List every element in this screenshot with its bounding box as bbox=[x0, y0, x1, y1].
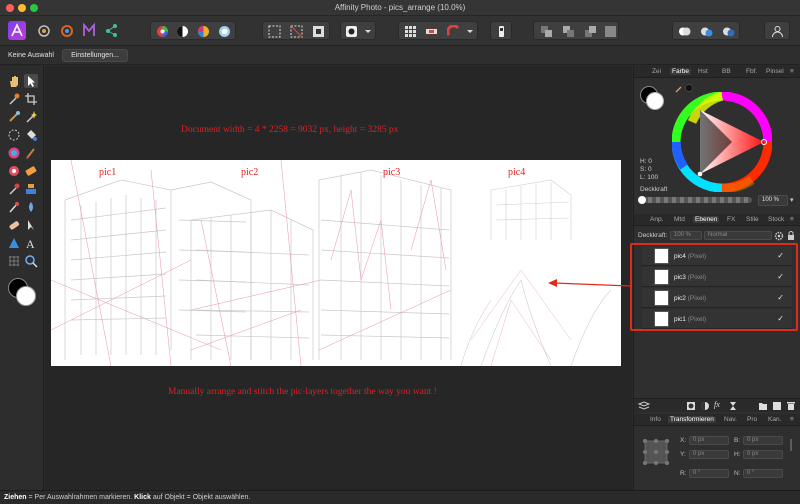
shear-label: N: bbox=[734, 470, 741, 477]
fx-icon[interactable]: fx bbox=[714, 400, 720, 409]
adjustment-layer-icon[interactable] bbox=[700, 401, 710, 411]
opacity-value-field[interactable]: 100 % bbox=[758, 195, 788, 206]
tab-swatches[interactable]: Zei bbox=[652, 68, 661, 75]
layer-opacity-label: Deckkraft: bbox=[638, 232, 668, 239]
blend-mode-select[interactable]: Normal bbox=[704, 231, 772, 240]
x-label: X: bbox=[680, 437, 687, 444]
rotation-field[interactable]: 0 ° bbox=[689, 469, 729, 478]
layer-opacity-field[interactable]: 100 % bbox=[670, 231, 702, 240]
tab-color[interactable]: Farbe bbox=[670, 68, 691, 75]
layer-lock-icon[interactable] bbox=[787, 231, 795, 241]
studio-panel: Zei Farbe Hst BB Fbf. Pinsel ≡ H: 0 S: 0… bbox=[630, 66, 800, 490]
status-bar: Ziehen = Per Auswahlrahmen markieren. Kl… bbox=[0, 490, 800, 504]
tab-bb[interactable]: BB bbox=[722, 68, 731, 75]
opacity-slider-handle[interactable] bbox=[638, 196, 646, 204]
x-position-field[interactable]: 0 px bbox=[689, 436, 729, 445]
tab-pro[interactable]: Pro bbox=[747, 416, 757, 423]
status-hint-text: Ziehen = Per Auswahlrahmen markieren. Kl… bbox=[4, 494, 251, 501]
transform-tabs: Info Transformieren Nav. Pro Kan. ≡ bbox=[634, 414, 800, 426]
mask-layer-icon[interactable] bbox=[686, 401, 696, 411]
height-label: H: bbox=[734, 451, 741, 458]
live-filter-icon[interactable] bbox=[728, 401, 738, 411]
layers-tabs: Anp. Mtd Ebenen FX Stile Stock ≡ bbox=[634, 214, 800, 226]
layer-stack-icon[interactable] bbox=[638, 401, 650, 411]
tab-navigator[interactable]: Nav. bbox=[724, 416, 737, 423]
aspect-lock-icon[interactable] bbox=[788, 438, 794, 452]
tab-stock[interactable]: Stock bbox=[768, 216, 784, 223]
tab-transform[interactable]: Transformieren bbox=[668, 416, 716, 423]
tab-fx[interactable]: FX bbox=[727, 216, 735, 223]
y-position-field[interactable]: 0 px bbox=[689, 450, 729, 459]
tab-mtd[interactable]: Mtd bbox=[674, 216, 685, 223]
opacity-slider[interactable] bbox=[640, 197, 752, 203]
tab-adjustments[interactable]: Anp. bbox=[650, 216, 663, 223]
rotation-label: R: bbox=[680, 470, 687, 477]
height-field[interactable]: 0 px bbox=[743, 450, 783, 459]
lightness-readout: L: 100 bbox=[640, 174, 659, 181]
layers-highlight-box bbox=[630, 243, 798, 331]
tab-channels[interactable]: Kan. bbox=[768, 416, 781, 423]
panel-menu-icon[interactable]: ≡ bbox=[790, 68, 794, 75]
color-tabs: Zei Farbe Hst BB Fbf. Pinsel ≡ bbox=[634, 66, 800, 78]
saturation-readout: S: 0 bbox=[640, 166, 652, 173]
opacity-dropdown-icon[interactable]: ▾ bbox=[790, 196, 794, 204]
tab-styles[interactable]: Stile bbox=[746, 216, 759, 223]
layers-panel-menu-icon[interactable]: ≡ bbox=[790, 216, 794, 223]
tab-info[interactable]: Info bbox=[650, 416, 661, 423]
add-layer-icon[interactable] bbox=[772, 401, 782, 411]
transform-anchor-icon[interactable] bbox=[642, 438, 670, 466]
width-field[interactable]: 0 px bbox=[743, 436, 783, 445]
tab-fbf[interactable]: Fbf. bbox=[746, 68, 757, 75]
shear-field[interactable]: 0 ° bbox=[743, 469, 783, 478]
y-label: Y: bbox=[680, 451, 686, 458]
opacity-label: Deckkraft bbox=[640, 186, 668, 193]
add-group-icon[interactable] bbox=[758, 401, 768, 411]
hue-readout: H: 0 bbox=[640, 158, 652, 165]
transform-panel-menu-icon[interactable]: ≡ bbox=[790, 416, 794, 423]
color-wheel[interactable] bbox=[672, 92, 772, 192]
tab-brushes[interactable]: Pinsel bbox=[766, 68, 784, 75]
delete-layer-icon[interactable] bbox=[786, 401, 796, 411]
tab-layers[interactable]: Ebenen bbox=[693, 216, 720, 223]
width-label: B: bbox=[734, 437, 741, 444]
tab-history[interactable]: Hst bbox=[698, 68, 708, 75]
layers-footer-toolbar: fx bbox=[634, 398, 800, 412]
stroke-color-swatch[interactable] bbox=[646, 92, 664, 110]
layer-settings-gear-icon[interactable] bbox=[774, 231, 784, 241]
